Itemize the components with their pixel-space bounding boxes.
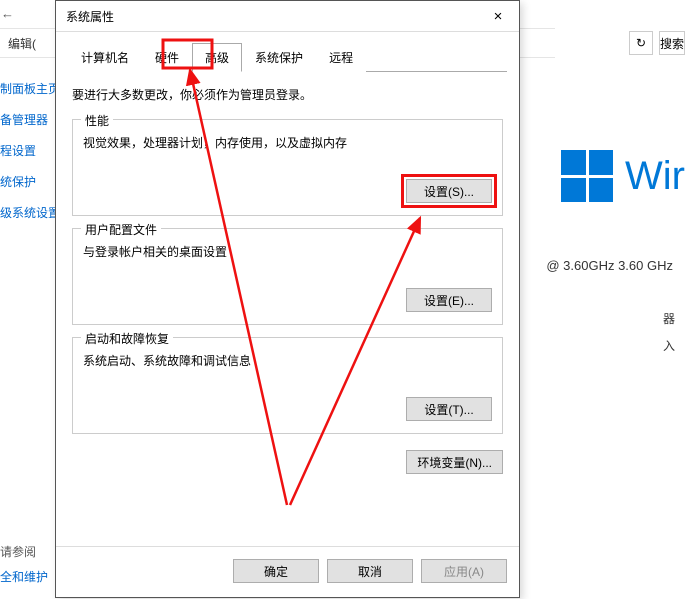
apply-button[interactable]: 应用(A)	[421, 559, 507, 583]
tab-advanced[interactable]: 高级	[192, 43, 242, 72]
dialog-tabstrip: 计算机名 硬件 高级 系统保护 远程	[56, 32, 519, 71]
user-profile-settings-button[interactable]: 设置(E)...	[406, 288, 492, 312]
sidebar-link[interactable]: 统保护	[0, 173, 55, 190]
misc-label: 器	[663, 310, 675, 327]
windows-logo-icon	[561, 150, 613, 202]
bg-footer: 请参阅 全和维护	[0, 535, 48, 585]
performance-group-text: 视觉效果，处理器计划，内存使用，以及虚拟内存	[83, 134, 492, 151]
user-profile-group-title: 用户配置文件	[81, 221, 161, 238]
tab-computer-name[interactable]: 计算机名	[68, 43, 142, 72]
nav-back-arrow[interactable]: ←	[1, 6, 14, 21]
sidebar-link[interactable]: 备管理器	[0, 111, 55, 128]
sidebar-link[interactable]: 程设置	[0, 142, 55, 159]
cpu-freq-label: @ 3.60GHz 3.60 GHz	[546, 258, 673, 273]
ok-button[interactable]: 确定	[233, 559, 319, 583]
sidebar-link[interactable]: 制面板主页	[0, 80, 55, 97]
bg-toolbar-right: ↻ 搜索	[629, 28, 685, 58]
close-button[interactable]: ×	[485, 5, 511, 27]
tab-remote[interactable]: 远程	[316, 43, 366, 72]
os-branding: Wir	[561, 150, 685, 202]
tab-system-protection[interactable]: 系统保护	[242, 43, 316, 72]
dialog-body: 要进行大多数更改，你必须作为管理员登录。 性能 视觉效果，处理器计划，内存使用，…	[68, 71, 507, 546]
startup-recovery-group: 启动和故障恢复 系统启动、系统故障和调试信息 设置(T)...	[72, 337, 503, 434]
dialog-titlebar: 系统属性 ×	[56, 1, 519, 32]
env-variables-button[interactable]: 环境变量(N)...	[406, 450, 503, 474]
performance-group: 性能 视觉效果，处理器计划，内存使用，以及虚拟内存 设置(S)...	[72, 119, 503, 216]
search-placeholder: 搜索	[660, 35, 684, 52]
startup-recovery-settings-button[interactable]: 设置(T)...	[406, 397, 492, 421]
performance-settings-button[interactable]: 设置(S)...	[406, 179, 492, 203]
startup-recovery-group-title: 启动和故障恢复	[81, 330, 173, 347]
refresh-button[interactable]: ↻	[629, 31, 653, 55]
footer-label: 请参阅	[0, 543, 48, 560]
dialog-button-row: 确定 取消 应用(A)	[56, 546, 519, 597]
misc-label: 入	[663, 337, 675, 354]
tab-hardware[interactable]: 硬件	[142, 43, 192, 72]
admin-instruction: 要进行大多数更改，你必须作为管理员登录。	[72, 86, 503, 103]
sidebar-link[interactable]: 级系统设置	[0, 204, 55, 221]
search-box[interactable]: 搜索	[659, 31, 685, 55]
system-properties-dialog: 系统属性 × 计算机名 硬件 高级 系统保护 远程 要进行大多数更改，你必须作为…	[55, 0, 520, 598]
user-profile-group-text: 与登录帐户相关的桌面设置	[83, 243, 492, 260]
refresh-icon: ↻	[636, 36, 646, 50]
control-panel-sidebar: 制面板主页 备管理器 程设置 统保护 级系统设置	[0, 80, 55, 221]
user-profile-group: 用户配置文件 与登录帐户相关的桌面设置 设置(E)...	[72, 228, 503, 325]
performance-group-title: 性能	[81, 112, 113, 129]
windows-text: Wir	[625, 154, 685, 199]
startup-recovery-group-text: 系统启动、系统故障和调试信息	[83, 352, 492, 369]
edit-menu[interactable]: 编辑(	[8, 35, 36, 52]
footer-link[interactable]: 全和维护	[0, 568, 48, 585]
cancel-button[interactable]: 取消	[327, 559, 413, 583]
dialog-title: 系统属性	[66, 8, 114, 25]
bg-misc-labels: 器 入	[663, 310, 675, 364]
